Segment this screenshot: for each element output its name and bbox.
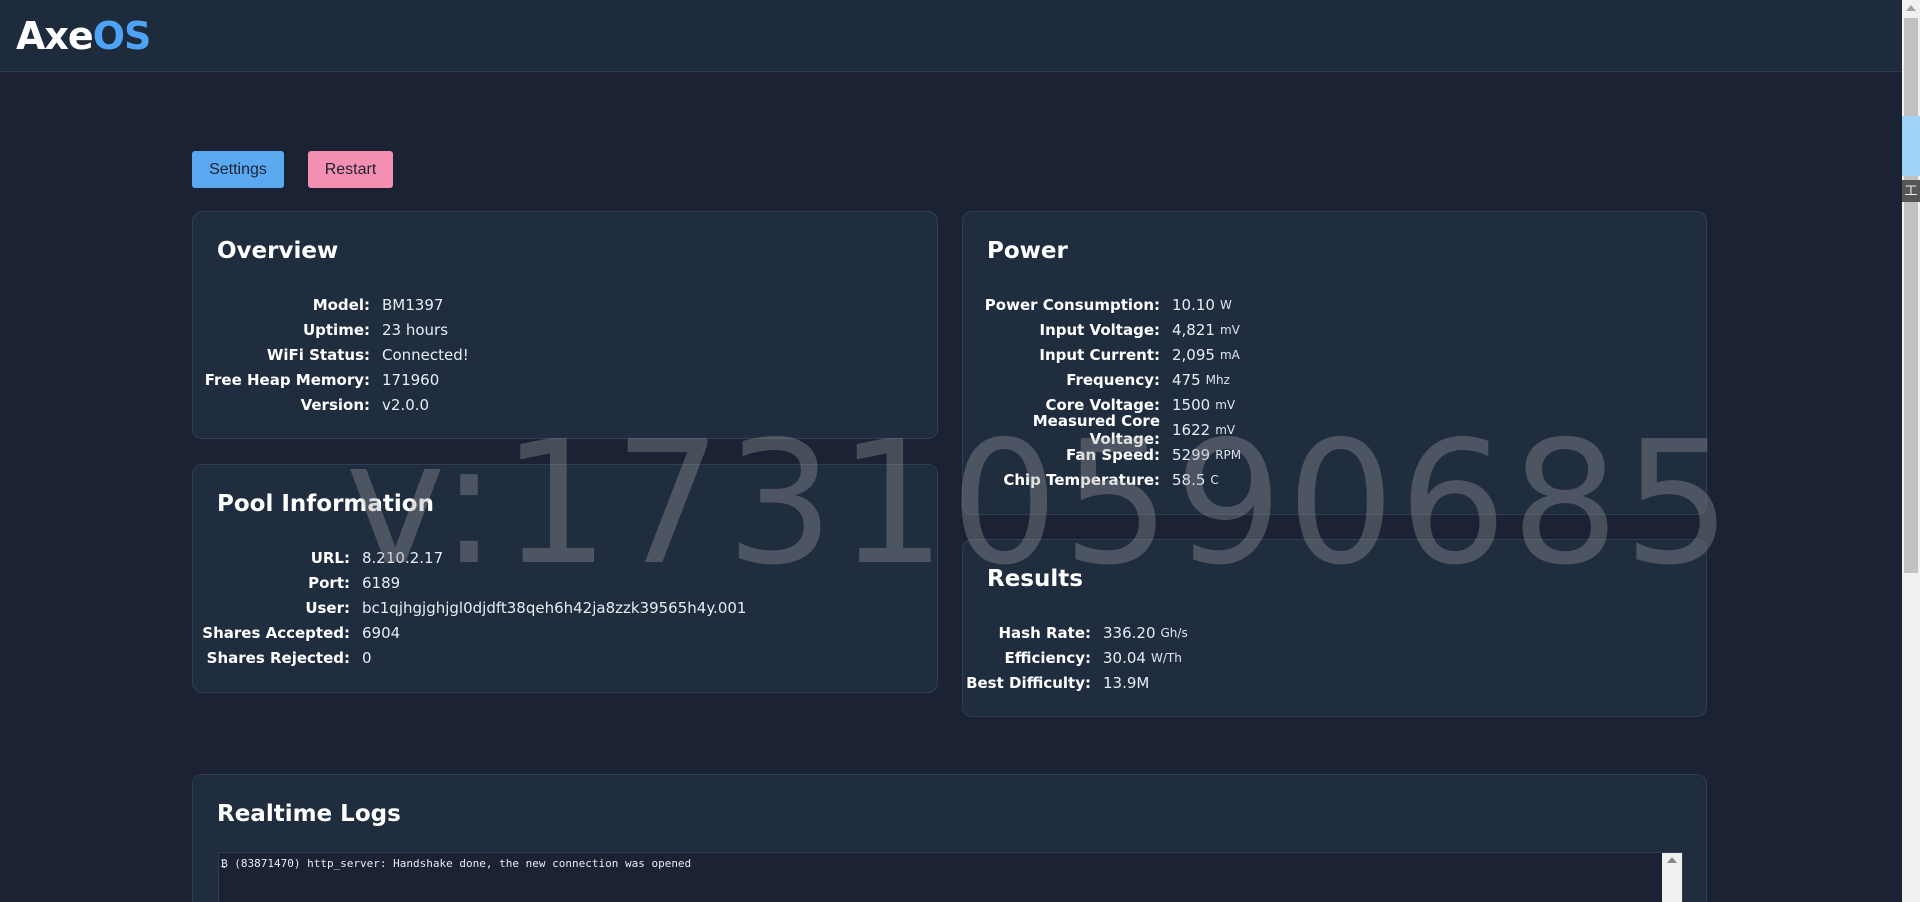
scroll-up-arrow-icon[interactable] (1667, 857, 1677, 863)
overview-key: Model: (312, 295, 370, 314)
overview-row-heap: Free Heap Memory: 171960 (193, 367, 469, 392)
power-row-chip-temperature: Chip Temperature: 58.5 C (963, 467, 1241, 492)
pool-value: 8.210.2.17 (362, 548, 444, 567)
pool-row-accepted: Shares Accepted: 6904 (193, 620, 746, 645)
results-value: 30.04 (1103, 648, 1146, 667)
overview-row-model: Model: BM1397 (193, 292, 469, 317)
overview-card: Overview Model: BM1397 Uptime: 23 hours Wi… (192, 211, 938, 439)
power-row-input-current: Input Current: 2,095 mA (963, 342, 1241, 367)
overview-key: Free Heap Memory: (204, 370, 370, 389)
pool-row-user: User: bc1qjhgjghjgl0djdft38qeh6h42ja8zzk3… (193, 595, 746, 620)
restart-button[interactable]: Restart (308, 151, 393, 188)
power-unit: mV (1215, 397, 1236, 412)
results-key: Hash Rate: (998, 623, 1091, 642)
power-row-consumption: Power Consumption: 10.10 W (963, 292, 1241, 317)
settings-button[interactable]: Settings (192, 151, 284, 188)
logo-text-axe: Axe (16, 14, 94, 58)
power-key: Fan Speed: (1065, 445, 1160, 464)
power-unit: RPM (1215, 447, 1242, 462)
results-rows: Hash Rate: 336.20 Gh/s Efficiency: 30.04 W/T… (963, 620, 1188, 695)
overview-row-wifi: WiFi Status: Connected! (193, 342, 469, 367)
overview-title: Overview (217, 238, 339, 264)
overview-row-uptime: Uptime: 23 hours (193, 317, 469, 342)
results-key: Best Difficulty: (966, 673, 1091, 692)
logs-title: Realtime Logs (217, 801, 401, 827)
results-value: 336.20 (1103, 623, 1156, 642)
power-key: Frequency: (1066, 370, 1160, 389)
scrollbar-thumb[interactable] (1904, 18, 1918, 573)
pool-key: URL: (310, 548, 350, 567)
results-unit: W/Th (1150, 650, 1182, 665)
power-value: 2,095 (1172, 345, 1215, 364)
overview-value: v2.0.0 (382, 395, 430, 414)
power-unit: mA (1219, 347, 1240, 362)
pool-row-rejected: Shares Rejected: 0 (193, 645, 746, 670)
overview-rows: Model: BM1397 Uptime: 23 hours WiFi Status… (193, 292, 469, 417)
results-title: Results (987, 566, 1083, 592)
pool-row-port: Port: 6189 (193, 570, 746, 595)
results-card: Results Hash Rate: 336.20 Gh/s Efficiency:… (962, 539, 1707, 717)
pool-value: 0 (362, 648, 372, 667)
power-unit: mV (1215, 422, 1236, 437)
power-row-frequency: Frequency: 475 Mhz (963, 367, 1241, 392)
power-key: Chip Temperature: (1003, 470, 1160, 489)
log-line: ₿ (83871470) http_server: Handshake done… (221, 857, 692, 870)
power-key: Input Voltage: (1039, 320, 1160, 339)
power-unit: Mhz (1205, 372, 1230, 387)
pool-card: Pool Information URL: 8.210.2.17 Port: 618… (192, 464, 938, 693)
app-logo[interactable]: AxeOS (16, 14, 152, 58)
results-row-efficiency: Efficiency: 30.04 W/Th (963, 645, 1188, 670)
logs-card: Realtime Logs ₿ (83871470) http_server: … (192, 774, 1707, 902)
power-unit: W (1219, 297, 1232, 312)
logo-text-os: OS (92, 14, 152, 58)
overview-value: BM1397 (382, 295, 444, 314)
scroll-up-icon[interactable] (1906, 5, 1916, 11)
power-value: 58.5 (1172, 470, 1206, 489)
pool-key: Shares Rejected: (206, 648, 350, 667)
pool-row-url: URL: 8.210.2.17 (193, 545, 746, 570)
pool-key: User: (305, 598, 350, 617)
top-bar: AxeOS (0, 0, 1902, 72)
power-key: Measured Core Voltage: (1032, 411, 1160, 448)
overview-key: Uptime: (302, 320, 370, 339)
pool-value: bc1qjhgjghjgl0djdft38qeh6h42ja8zzk39565h… (362, 598, 747, 617)
results-row-hash-rate: Hash Rate: 336.20 Gh/s (963, 620, 1188, 645)
results-row-best-difficulty: Best Difficulty: 13.9M (963, 670, 1188, 695)
results-unit: Gh/s (1160, 625, 1188, 640)
power-unit: C (1210, 472, 1219, 487)
power-key: Power Consumption: (984, 295, 1160, 314)
overview-row-version: Version: v2.0.0 (193, 392, 469, 417)
power-value: 10.10 (1172, 295, 1215, 314)
power-rows: Power Consumption: 10.10 W Input Voltage: 4… (963, 292, 1241, 492)
power-value: 5299 (1172, 445, 1211, 464)
overview-key: WiFi Status: (266, 345, 370, 364)
side-widget[interactable] (1902, 116, 1920, 176)
power-key: Input Current: (1039, 345, 1160, 364)
power-row-measured-core-voltage: Measured Core Voltage: 1622 mV (963, 412, 1241, 448)
pool-title: Pool Information (217, 491, 434, 517)
results-key: Efficiency: (1004, 648, 1091, 667)
power-row-input-voltage: Input Voltage: 4,821 mV (963, 317, 1241, 342)
side-widget-tool[interactable]: 工 (1902, 180, 1920, 202)
pool-key: Shares Accepted: (202, 623, 350, 642)
power-value: 475 (1172, 370, 1201, 389)
overview-key: Version: (300, 395, 370, 414)
power-value: 1622 (1172, 420, 1211, 439)
power-value: 1500 (1172, 395, 1211, 414)
log-output[interactable]: ₿ (83871470) http_server: Handshake done… (218, 852, 1683, 902)
power-title: Power (987, 238, 1068, 264)
overview-value: 23 hours (382, 320, 449, 339)
pool-value: 6189 (362, 573, 401, 592)
power-card: Power Power Consumption: 10.10 W Input Vol… (962, 211, 1707, 515)
pool-value: 6904 (362, 623, 401, 642)
power-value: 4,821 (1172, 320, 1215, 339)
overview-value: 171960 (382, 370, 440, 389)
power-unit: mV (1219, 322, 1240, 337)
results-value: 13.9M (1103, 673, 1150, 692)
pool-rows: URL: 8.210.2.17 Port: 6189 User: bc1qjhgjgh… (193, 545, 746, 670)
overview-value: Connected! (382, 345, 469, 364)
log-scrollbar[interactable] (1662, 853, 1682, 902)
power-row-fan-speed: Fan Speed: 5299 RPM (963, 442, 1241, 467)
pool-key: Port: (308, 573, 350, 592)
